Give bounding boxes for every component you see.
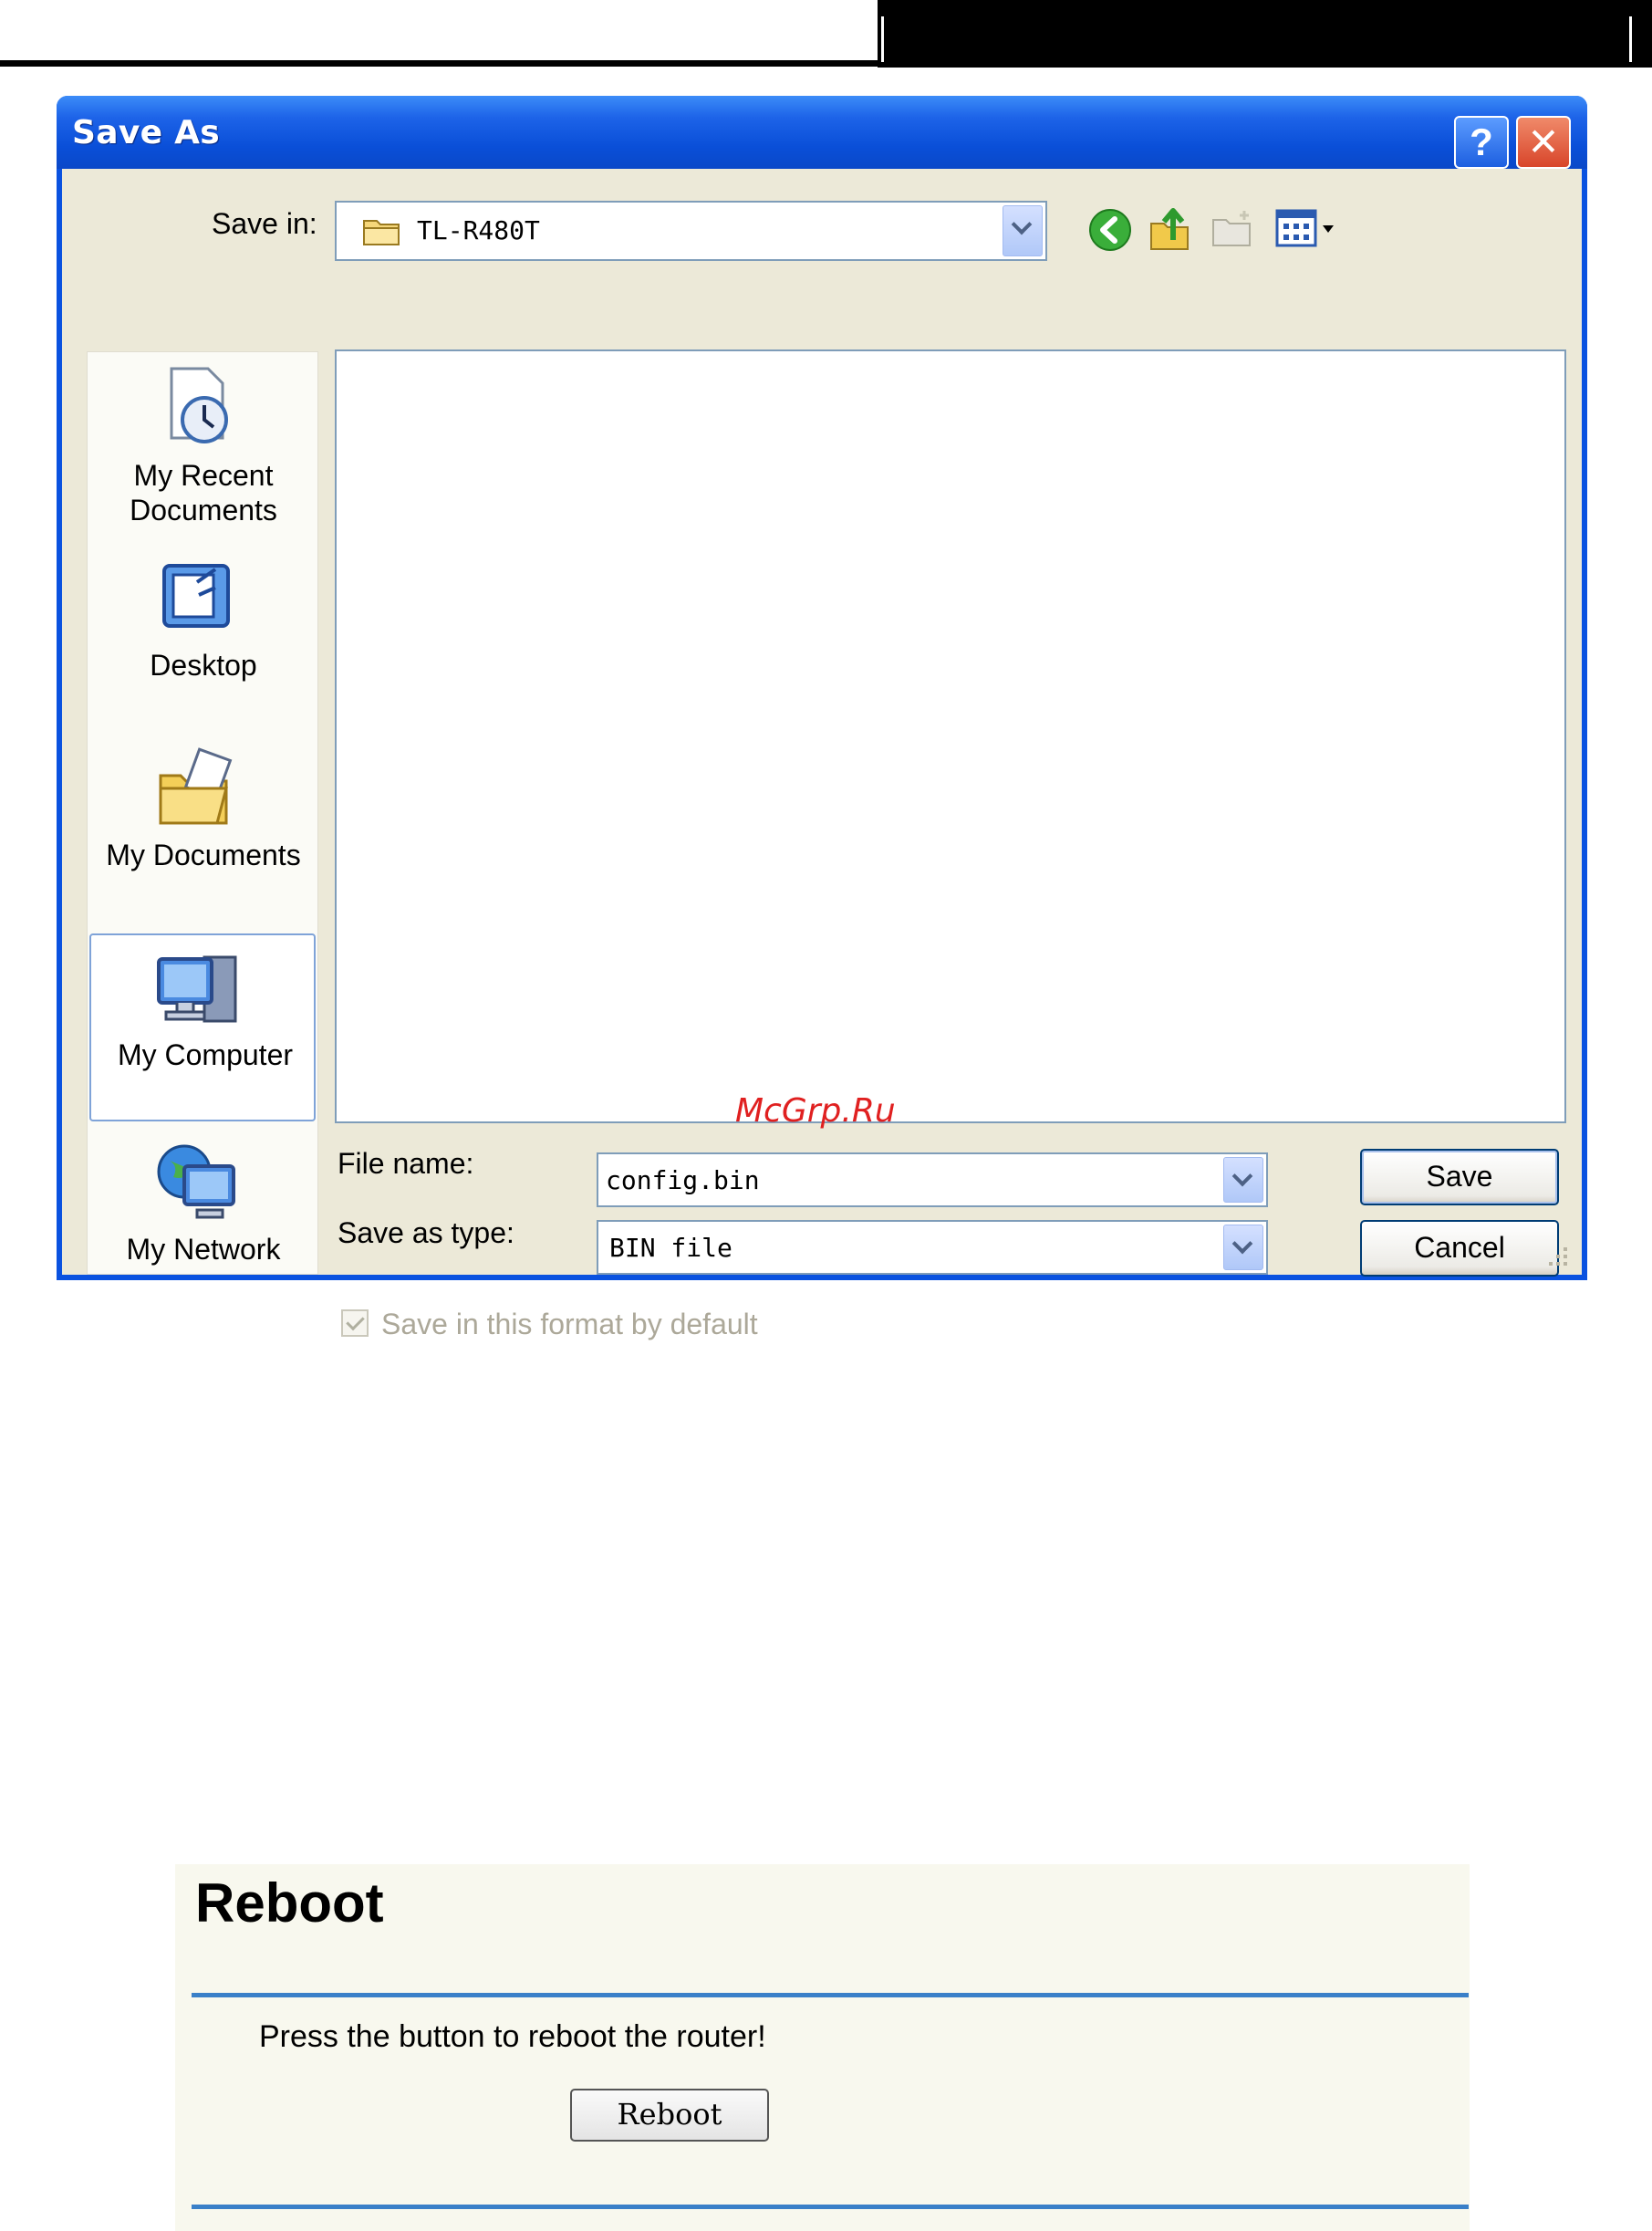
place-label: My Documents [106, 839, 301, 871]
my-documents-icon [159, 747, 233, 825]
save-as-type-dropdown-arrow[interactable] [1223, 1225, 1263, 1270]
recent-documents-icon [170, 367, 228, 443]
place-my-documents[interactable]: My Documents [88, 745, 319, 881]
places-bar: My Recent Documents Desktop My Documents [87, 351, 318, 1275]
file-name-label: File name: [338, 1147, 474, 1180]
place-desktop[interactable]: Desktop [88, 555, 319, 692]
header-bar [878, 0, 1652, 68]
save-in-dropdown-arrow[interactable] [1003, 205, 1043, 256]
header-rule [0, 60, 878, 67]
default-format-checkbox[interactable] [341, 1309, 369, 1337]
save-as-type-label: Save as type: [338, 1216, 514, 1249]
place-label: My Recent [133, 459, 274, 492]
file-name-value[interactable]: config.bin [606, 1165, 760, 1195]
file-name-combo[interactable]: config.bin [597, 1152, 1268, 1207]
place-label: My Computer [117, 1038, 294, 1071]
divider [192, 1993, 1469, 1997]
my-network-icon [157, 1144, 235, 1219]
save-as-type-value: BIN file [609, 1233, 732, 1263]
reboot-button[interactable]: Reboot [570, 2089, 769, 2142]
help-button[interactable]: ? [1454, 116, 1509, 169]
back-icon[interactable] [1087, 207, 1133, 253]
header-tick [1629, 16, 1632, 62]
place-my-computer[interactable]: My Computer [89, 933, 316, 1121]
save-as-type-combo[interactable]: BIN file [597, 1220, 1268, 1275]
default-format-label: Save in this format by default [381, 1308, 758, 1340]
place-label: Desktop [150, 649, 257, 682]
file-list-view[interactable] [335, 349, 1566, 1123]
my-computer-icon [157, 955, 237, 1023]
reboot-instruction: Press the button to reboot the router! [259, 2019, 766, 2054]
views-menu-icon[interactable] [1275, 209, 1339, 249]
save-in-label: Save in: [212, 207, 317, 240]
up-folder-icon[interactable] [1148, 203, 1193, 253]
resize-grip-icon[interactable] [1543, 1242, 1569, 1267]
close-button[interactable]: ✕ [1516, 116, 1571, 169]
page-title: Reboot [195, 1872, 384, 1934]
folder-icon [363, 220, 400, 245]
reboot-panel: Reboot Press the button to reboot the ro… [175, 1864, 1470, 2231]
save-in-value: TL-R480T [417, 215, 540, 245]
cancel-button[interactable]: Cancel [1360, 1220, 1559, 1277]
dialog-title: Save As [72, 114, 221, 151]
desktop-icon [162, 564, 230, 628]
divider [192, 2205, 1469, 2209]
watermark: McGrp.Ru [735, 1092, 896, 1130]
header-tick [881, 16, 884, 62]
place-my-recent-documents[interactable]: My Recent Documents [88, 361, 319, 544]
save-button[interactable]: Save [1360, 1149, 1559, 1205]
place-label: My Network [126, 1233, 281, 1266]
title-bar[interactable]: Save As ? ✕ [57, 96, 1587, 169]
file-name-dropdown-arrow[interactable] [1223, 1157, 1263, 1203]
place-my-network[interactable]: My Network [88, 1139, 319, 1276]
place-label: Documents [130, 494, 277, 526]
save-in-combo[interactable]: TL-R480T [335, 201, 1047, 261]
new-folder-icon[interactable] [1210, 209, 1255, 249]
